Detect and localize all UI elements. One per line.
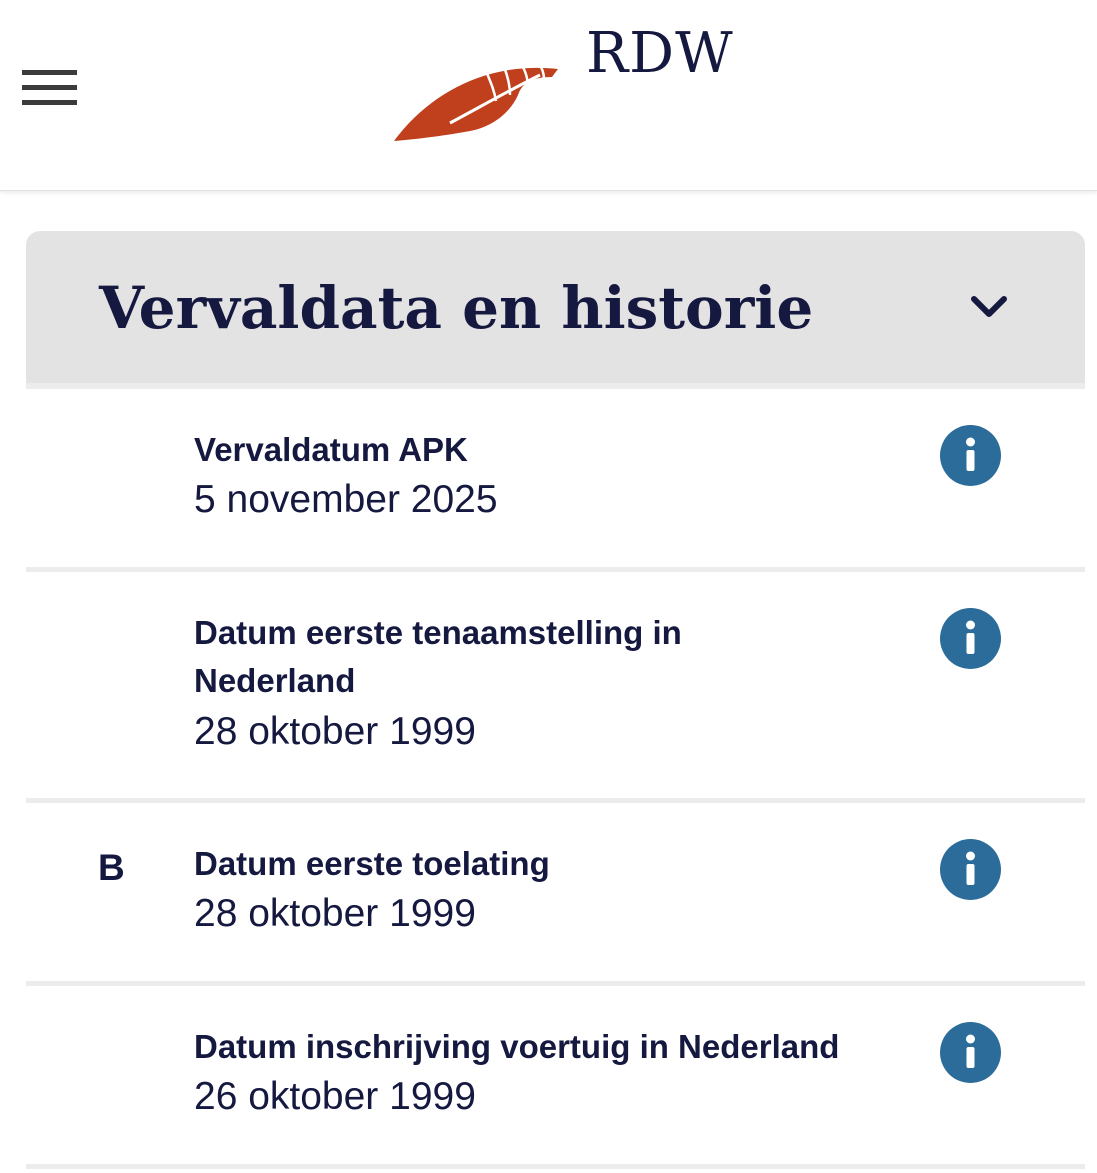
row-label: Vervaldatum APK [194,431,468,468]
row-value: 26 oktober 1999 [194,1075,476,1118]
rdw-logo-icon[interactable] [390,55,565,145]
row-label: Datum eerste toelating [194,845,550,882]
row-code: B [98,847,125,888]
row-value: 28 oktober 1999 [194,710,476,753]
menu-bar [22,70,77,75]
hamburger-menu-icon[interactable] [22,68,78,108]
list-item: Vervaldatum APK 5 november 2025 [26,389,1085,567]
row-label: Datum eerste tenaamstelling in Nederland [194,614,682,699]
divider [26,1164,1085,1169]
info-icon[interactable] [940,1022,1001,1083]
brand-name: RDW [586,21,734,86]
info-icon[interactable] [940,608,1001,669]
list-item: Datum inschrijving voertuig in Nederland… [26,986,1085,1164]
row-value: 5 november 2025 [194,478,498,521]
app-header: RDW [0,0,1097,191]
list-item: B Datum eerste toelating 28 oktober 1999 [26,803,1085,981]
info-icon[interactable] [940,425,1001,486]
section-title: Vervaldata en historie [99,274,814,342]
list-item: Datum eerste tenaamstelling in Nederland… [26,572,1085,798]
info-icon[interactable] [940,839,1001,900]
menu-bar [22,85,77,90]
row-label: Datum inschrijving voertuig in Nederland [194,1028,840,1065]
accordion-header[interactable]: Vervaldata en historie [26,231,1085,383]
accordion-panel: Vervaldata en historie Vervaldatum APK 5… [26,231,1085,1173]
chevron-down-icon[interactable] [970,291,1008,323]
row-value: 28 oktober 1999 [194,892,476,935]
menu-bar [22,100,77,105]
